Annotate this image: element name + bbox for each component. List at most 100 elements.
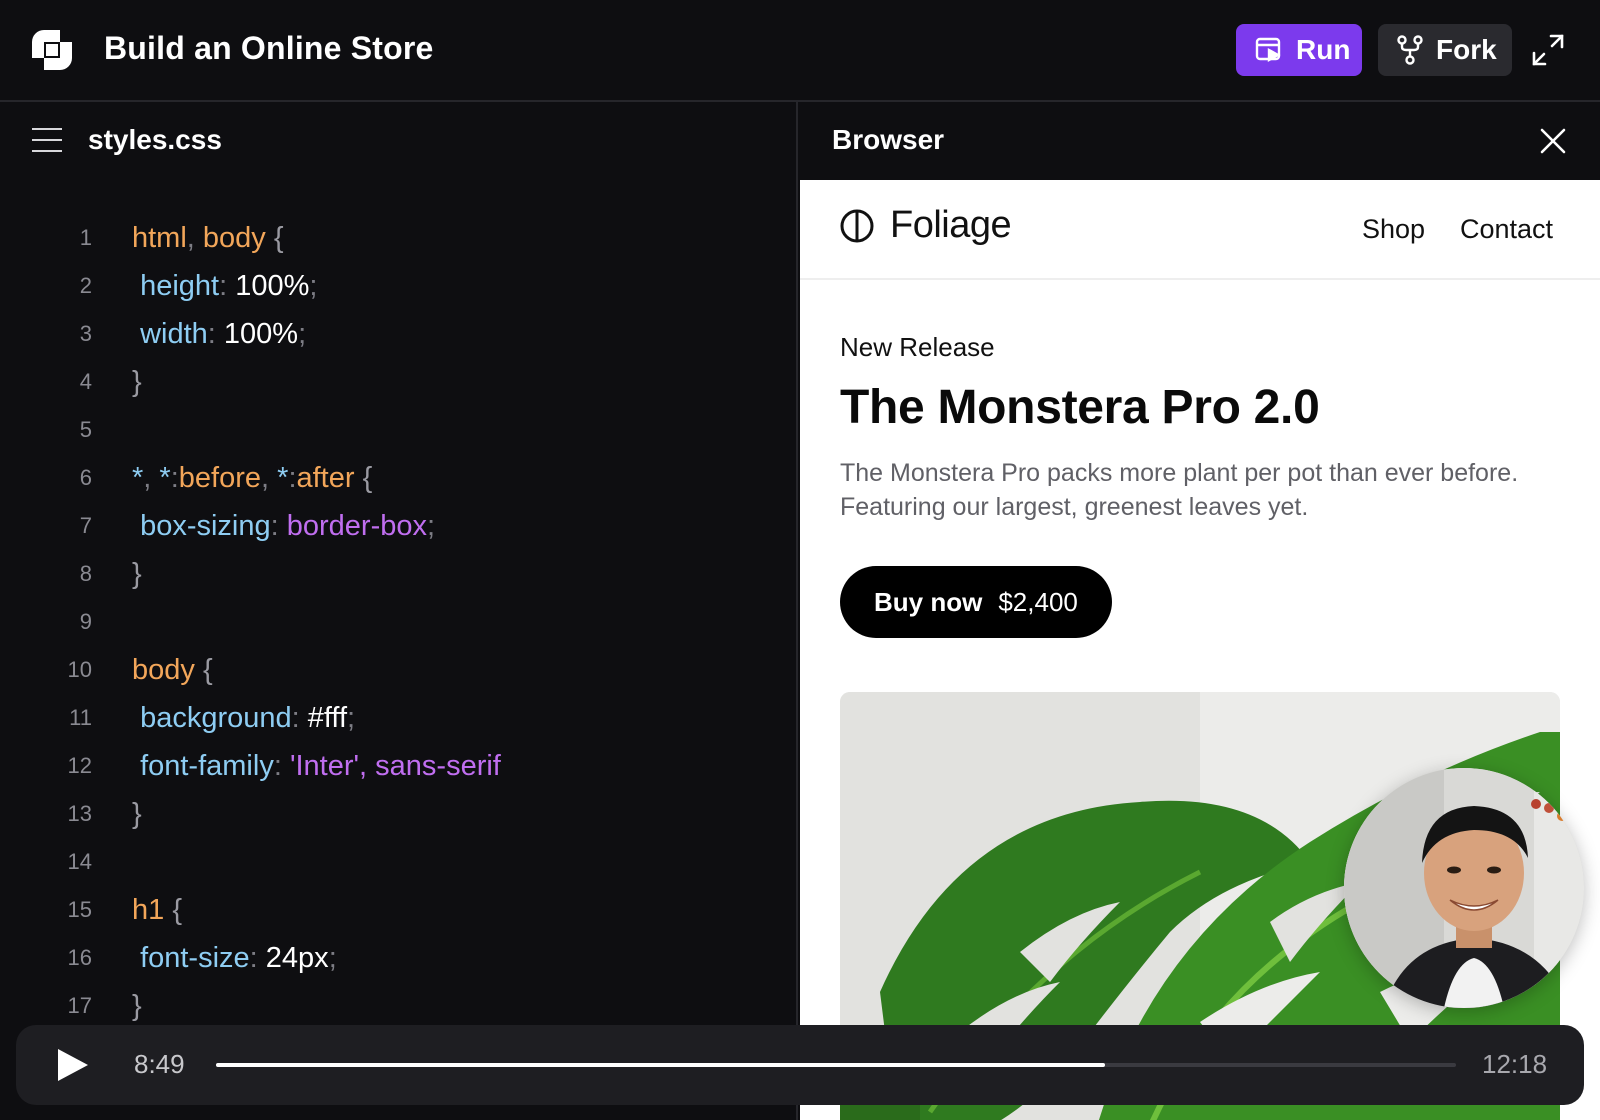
code-token: body <box>202 222 266 254</box>
code-token: html <box>132 222 187 254</box>
code-token: ; <box>309 270 318 302</box>
hero-description: The Monstera Pro packs more plant per po… <box>840 459 1519 521</box>
code-token: 100% <box>223 318 299 350</box>
site-brand[interactable]: Foliage <box>838 204 1012 247</box>
line-number: 10 <box>67 657 92 682</box>
line-number: 8 <box>79 561 92 586</box>
line-content: box-sizing: border-box; <box>132 502 435 550</box>
progress-scrubber[interactable] <box>216 1063 1456 1067</box>
code-line[interactable]: 9 <box>0 598 798 646</box>
code-token: } <box>132 366 142 398</box>
buy-now-button[interactable]: Buy now $2,400 <box>840 566 1112 638</box>
line-number: 6 <box>79 465 92 490</box>
code-token: h1 <box>132 894 165 926</box>
line-number: 13 <box>67 801 92 826</box>
code-token: background <box>140 702 292 734</box>
code-token: font-family <box>140 750 274 782</box>
expand-icon[interactable] <box>1530 32 1566 68</box>
fork-label: Fork <box>1436 34 1497 65</box>
play-icon[interactable] <box>52 1045 92 1085</box>
code-token: font-size <box>140 942 250 974</box>
code-line[interactable]: 8} <box>0 550 798 598</box>
file-tab[interactable]: styles.css <box>88 124 222 156</box>
code-line[interactable]: 2 height: 100%; <box>0 262 798 310</box>
line-number: 7 <box>79 513 92 538</box>
code-editor: styles.css 1 html, body {2 height: 100%; 3… <box>0 102 798 1120</box>
buy-label: Buy now <box>874 586 983 617</box>
code-line[interactable]: 13} <box>0 790 798 838</box>
code-token: height <box>140 270 220 302</box>
code-token: } <box>132 990 142 1022</box>
code-token: : <box>170 462 179 494</box>
code-token: : <box>207 318 224 350</box>
line-content: width: 100%; <box>132 310 306 358</box>
line-content: body { <box>132 646 213 694</box>
nav-link-shop[interactable]: Shop <box>1362 214 1425 245</box>
line-number: 2 <box>79 273 92 298</box>
video-player-bar: 8:49 12:18 <box>16 1025 1584 1105</box>
code-area[interactable]: 1 html, body {2 height: 100%; 3 width: 100… <box>0 214 798 1030</box>
eyebrow-label: New Release <box>840 332 995 362</box>
code-line[interactable]: 6 *, *:before, *:after { <box>0 454 798 502</box>
foliage-logo-icon <box>840 209 874 242</box>
top-bar: Build an Online Store Run Fork <box>0 0 1600 102</box>
code-token: * <box>159 462 171 494</box>
line-number: 5 <box>79 417 92 442</box>
line-content: } <box>132 982 142 1030</box>
code-token: border-box <box>286 510 427 542</box>
code-line[interactable]: 16 font-size: 24px; <box>0 934 798 982</box>
line-content: } <box>132 790 142 838</box>
menu-icon[interactable] <box>32 128 62 154</box>
page-title: Build an Online Store <box>104 30 434 66</box>
code-token: : <box>273 750 290 782</box>
line-content: h1 { <box>132 886 182 934</box>
site-nav: Foliage Shop Contact <box>800 180 1600 280</box>
code-line[interactable]: 5 <box>0 406 798 454</box>
code-token: : <box>270 510 287 542</box>
line-content: font-size: 24px; <box>132 934 337 982</box>
code-token: 'Inter', sans-serif <box>289 750 501 782</box>
code-token: after <box>296 462 355 494</box>
code-token: { <box>194 654 213 686</box>
line-number: 1 <box>79 225 92 250</box>
code-token: * <box>277 462 289 494</box>
code-line[interactable]: 15 h1 { <box>0 886 798 934</box>
close-icon[interactable] <box>1538 126 1568 156</box>
line-number: 3 <box>79 321 92 346</box>
code-line[interactable]: 10 body { <box>0 646 798 694</box>
code-line[interactable]: 7 box-sizing: border-box; <box>0 502 798 550</box>
code-line[interactable]: 12 font-family: 'Inter', sans-serif <box>0 742 798 790</box>
code-line[interactable]: 1 html, body { <box>0 214 798 262</box>
code-token: ; <box>347 702 356 734</box>
run-button[interactable]: Run <box>1236 24 1362 76</box>
code-line[interactable]: 11 background: #fff; <box>0 694 798 742</box>
code-line[interactable]: 14 <box>0 838 798 886</box>
code-token: : <box>291 702 308 734</box>
line-number: 14 <box>67 849 92 874</box>
line-number: 17 <box>67 993 92 1018</box>
line-number: 15 <box>67 897 92 922</box>
line-number: 4 <box>79 369 92 394</box>
progress-fill <box>216 1063 1106 1067</box>
code-line[interactable]: 17} <box>0 982 798 1030</box>
total-time: 12:18 <box>1482 1049 1548 1079</box>
fork-button[interactable]: Fork <box>1378 24 1512 76</box>
line-content: background: #fff; <box>132 694 355 742</box>
code-token: , <box>261 462 278 494</box>
code-line[interactable]: 4} <box>0 358 798 406</box>
browser-title: Browser <box>832 124 945 155</box>
price: $2,400 <box>998 586 1078 617</box>
code-token: , <box>143 462 160 494</box>
code-token: { <box>354 462 373 494</box>
current-time: 8:49 <box>134 1049 185 1079</box>
nav-link-contact[interactable]: Contact <box>1460 214 1553 245</box>
code-token: } <box>132 558 142 590</box>
code-token: body <box>132 654 195 686</box>
code-token: #fff <box>307 702 348 734</box>
line-number: 16 <box>67 945 92 970</box>
presenter-video-avatar[interactable] <box>1344 768 1584 1008</box>
code-line[interactable]: 3 width: 100%; <box>0 310 798 358</box>
